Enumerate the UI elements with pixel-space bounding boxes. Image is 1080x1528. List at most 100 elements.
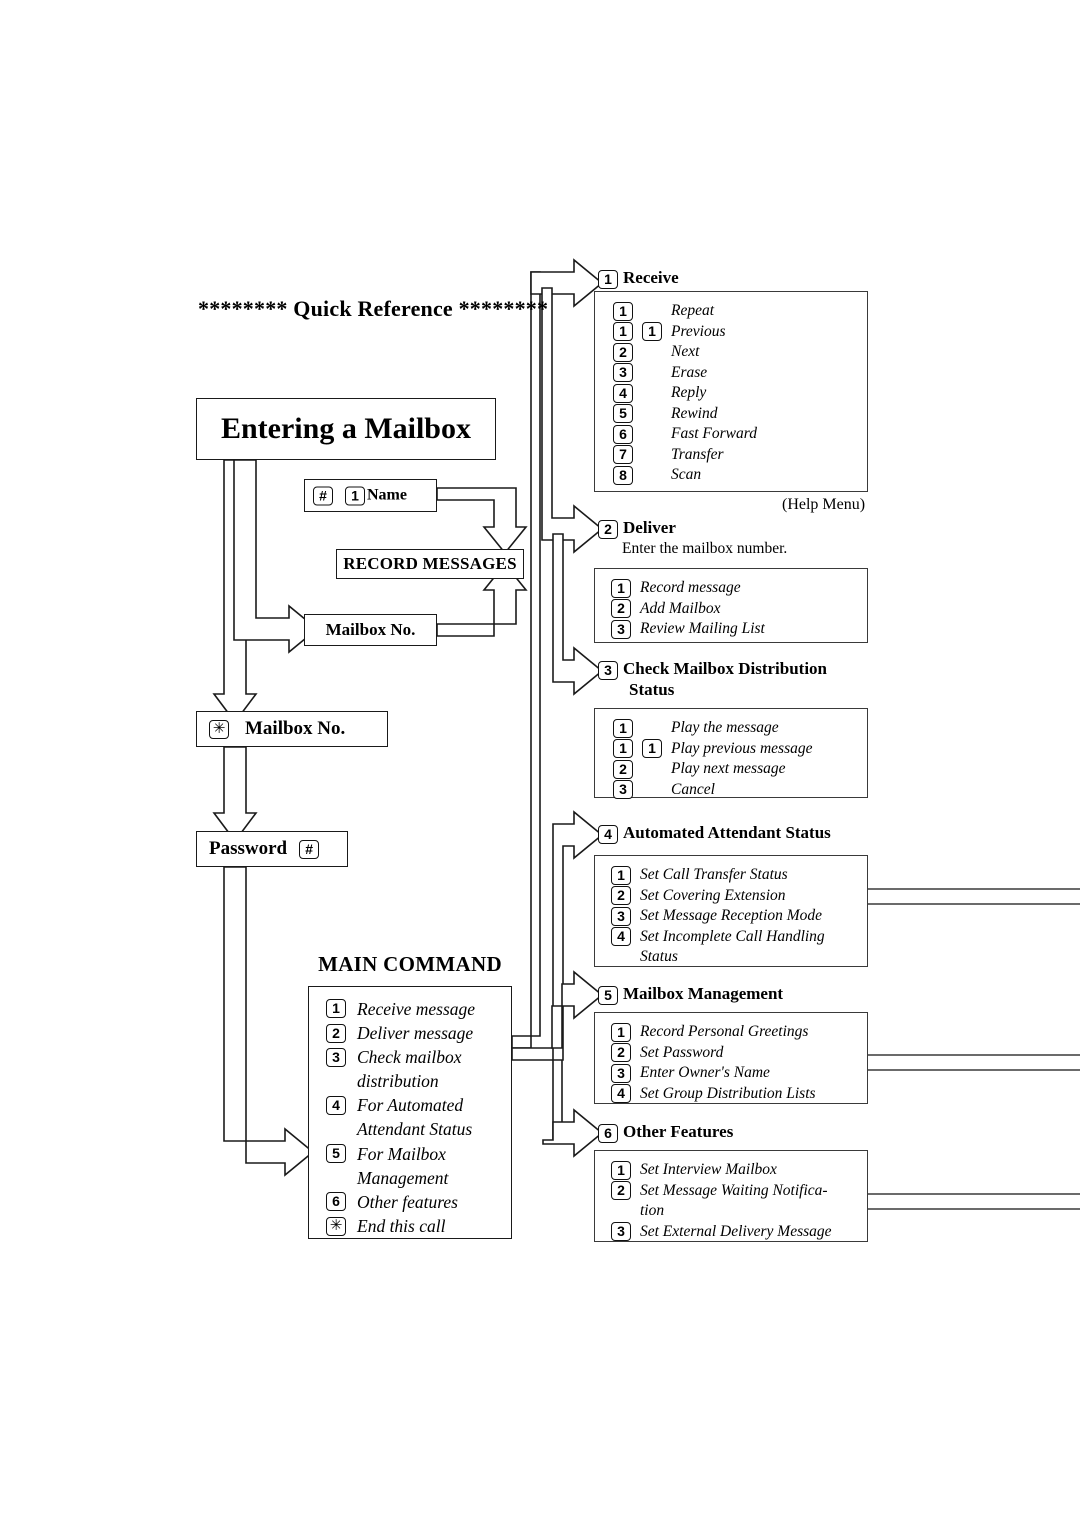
menu-item[interactable]: 6 Other features	[326, 1189, 511, 1213]
menu-item[interactable]: 2 Set Message Waiting Notifica-tion	[611, 1180, 867, 1221]
digit-6-key-icon: 6	[613, 424, 633, 444]
record-messages-box: RECORD MESSAGES	[336, 549, 524, 579]
section-title: Mailbox Management	[623, 984, 784, 1003]
digit-5-key-icon: 5	[613, 404, 633, 424]
digit-4-key-icon: 4	[611, 927, 631, 947]
menu-item[interactable]: 4 Reply	[613, 383, 867, 403]
record-name-box: #1 Name	[304, 479, 437, 512]
menu-item[interactable]: 2 Play next message	[613, 759, 867, 779]
menu-item[interactable]: 4 Set Group Distribution Lists	[611, 1083, 867, 1104]
menu-item[interactable]: 1 Play the message	[613, 718, 867, 738]
menu-item[interactable]: 7 Transfer	[613, 444, 867, 465]
quick-reference-heading: ******** Quick Reference ********	[198, 296, 549, 321]
section-title: Deliver	[623, 518, 676, 537]
menu-item[interactable]: 4 Set Incomplete Call Handling Status	[611, 926, 867, 967]
section-header-2[interactable]: 2 Deliver	[598, 518, 676, 539]
menu-item[interactable]: 4 For Automated Attendant Status	[326, 1093, 511, 1141]
menu-item[interactable]: 8 Scan	[613, 465, 867, 485]
main-command-title: MAIN COMMAND	[318, 952, 502, 976]
digit-3-key-icon: 3	[613, 363, 633, 383]
menu-item[interactable]: 1 Receive message	[326, 996, 511, 1020]
menu-item[interactable]: 1 Repeat	[613, 301, 867, 321]
digit-3-key-icon: 3	[611, 906, 631, 926]
menu-item[interactable]: 1 Set Interview Mailbox	[611, 1160, 867, 1180]
main-command-box: 1 Receive message 2 Deliver message 3 Check m…	[308, 986, 512, 1239]
digit-2-key-icon: 2	[326, 1023, 346, 1043]
menu-item-label: Check mailbox	[357, 1047, 462, 1068]
digit-1-key-icon: 1	[613, 718, 633, 738]
menu-item-label: Other features	[357, 1191, 458, 1212]
menu-item-label: Deliver message	[357, 1022, 474, 1043]
entering-a-mailbox-label: Entering a Mailbox	[220, 412, 471, 445]
menu-item-label: Set Password	[640, 1043, 724, 1061]
menu-item[interactable]: 2 Add Mailbox	[611, 598, 867, 619]
section-header-1[interactable]: 1 Receive	[598, 268, 679, 289]
menu-item[interactable]: 2 Deliver message	[326, 1020, 511, 1044]
star-key-icon: ✳	[209, 720, 229, 740]
menu-item[interactable]: 3 Review Mailing List	[611, 619, 867, 639]
menu-item[interactable]: 3 Erase	[613, 362, 867, 383]
menu-item-label-cont: distribution	[357, 1071, 439, 1092]
digit-1-key-icon: 1	[613, 301, 633, 321]
menu-item[interactable]: 1 1 Play previous message	[613, 738, 867, 759]
digit-1-key-icon: 1	[598, 269, 618, 289]
menu-item[interactable]: 1 Record message	[611, 578, 867, 598]
menu-item-label: Reply	[671, 384, 707, 402]
hash-key-icon: #	[299, 840, 320, 860]
menu-item[interactable]: 3 Check mailbox distribution	[326, 1044, 511, 1092]
menu-item[interactable]: 3 Set Message Reception Mode	[611, 906, 867, 926]
menu-item[interactable]: 3 Set External Delivery Message	[611, 1221, 867, 1242]
section-item-list: 1 Set Call Transfer Status 2 Set Covering E…	[595, 856, 867, 967]
menu-item[interactable]: 1 Record Personal Greetings	[611, 1022, 867, 1042]
menu-item-label: Play previous message	[671, 739, 813, 757]
section-title: Automated Attendant Status	[623, 823, 831, 842]
mailbox-no-entry-label: Mailbox No.	[245, 718, 346, 739]
digit-8-key-icon: 8	[613, 465, 633, 485]
menu-item[interactable]: 5 Rewind	[613, 403, 867, 424]
section-item-list: 1 Record Personal Greetings 2 Set Password 3…	[595, 1013, 867, 1104]
menu-item[interactable]: 5 For Mailbox Management	[326, 1141, 511, 1189]
menu-item[interactable]: 6 Fast Forward	[613, 424, 867, 444]
menu-item[interactable]: 2 Set Covering Extension	[611, 885, 867, 906]
menu-item[interactable]: ✳ End this call	[326, 1213, 511, 1237]
section-panel-2: 1 Record message 2 Add Mailbox 3 Review Maili…	[594, 568, 868, 643]
digit-2-key-icon: 2	[611, 1043, 631, 1063]
menu-item[interactable]: 3 Cancel	[613, 779, 867, 800]
digit-1-key-icon: 1	[642, 322, 662, 342]
section-header-4[interactable]: 4 Automated Attendant Status	[598, 823, 831, 844]
digit-4-key-icon: 4	[611, 1084, 631, 1104]
section-header-5[interactable]: 5 Mailbox Management	[598, 984, 783, 1005]
menu-item[interactable]: 1 1 Previous	[613, 321, 867, 342]
password-box: Password #	[196, 831, 348, 867]
help-menu-caption: (Help Menu)	[782, 496, 866, 513]
digit-2-key-icon: 2	[611, 599, 631, 619]
menu-item[interactable]: 2 Next	[613, 342, 867, 362]
menu-item-label-cont: Status	[640, 948, 678, 966]
section-item-list: 1 Set Interview Mailbox 2 Set Message Waiti…	[595, 1151, 867, 1242]
menu-item-label: Play next message	[671, 760, 786, 778]
digit-4-key-icon: 4	[598, 824, 618, 844]
menu-item-label: Set External Delivery Message	[640, 1222, 832, 1240]
section-note: Enter the mailbox number.	[622, 540, 788, 557]
menu-item-label: Set Interview Mailbox	[640, 1161, 777, 1179]
digit-4-key-icon: 4	[326, 1095, 346, 1115]
menu-item-label: Transfer	[671, 445, 724, 463]
section-panel-1: 1 Repeat 1 1 Previous 2 Next 3 Erase 4 Reply 5 Rewin…	[594, 291, 868, 492]
menu-item-label: Enter Owner's Name	[640, 1064, 770, 1082]
menu-item[interactable]: 1 Set Call Transfer Status	[611, 865, 867, 885]
menu-item-label: Review Mailing List	[640, 620, 765, 638]
menu-item-label-cont: tion	[640, 1202, 665, 1220]
section-header-6[interactable]: 6 Other Features	[598, 1122, 733, 1143]
digit-2-key-icon: 2	[613, 342, 633, 362]
section-header-3[interactable]: 3 Check Mailbox Distribution Status	[598, 659, 827, 700]
menu-item[interactable]: 2 Set Password	[611, 1042, 867, 1063]
digit-5-key-icon: 5	[598, 985, 618, 1005]
mailbox-no-label-upper: Mailbox No.	[325, 620, 416, 639]
section-item-list: 1 Play the message 1 1 Play previous message…	[595, 709, 867, 800]
menu-item[interactable]: 3 Enter Owner's Name	[611, 1063, 867, 1083]
section-title: Receive	[623, 268, 679, 287]
menu-item-label: Cancel	[671, 780, 715, 798]
connector-wires	[212, 258, 1080, 1210]
menu-item-label: Erase	[671, 363, 708, 381]
menu-item-label-cont: Management	[357, 1167, 449, 1188]
